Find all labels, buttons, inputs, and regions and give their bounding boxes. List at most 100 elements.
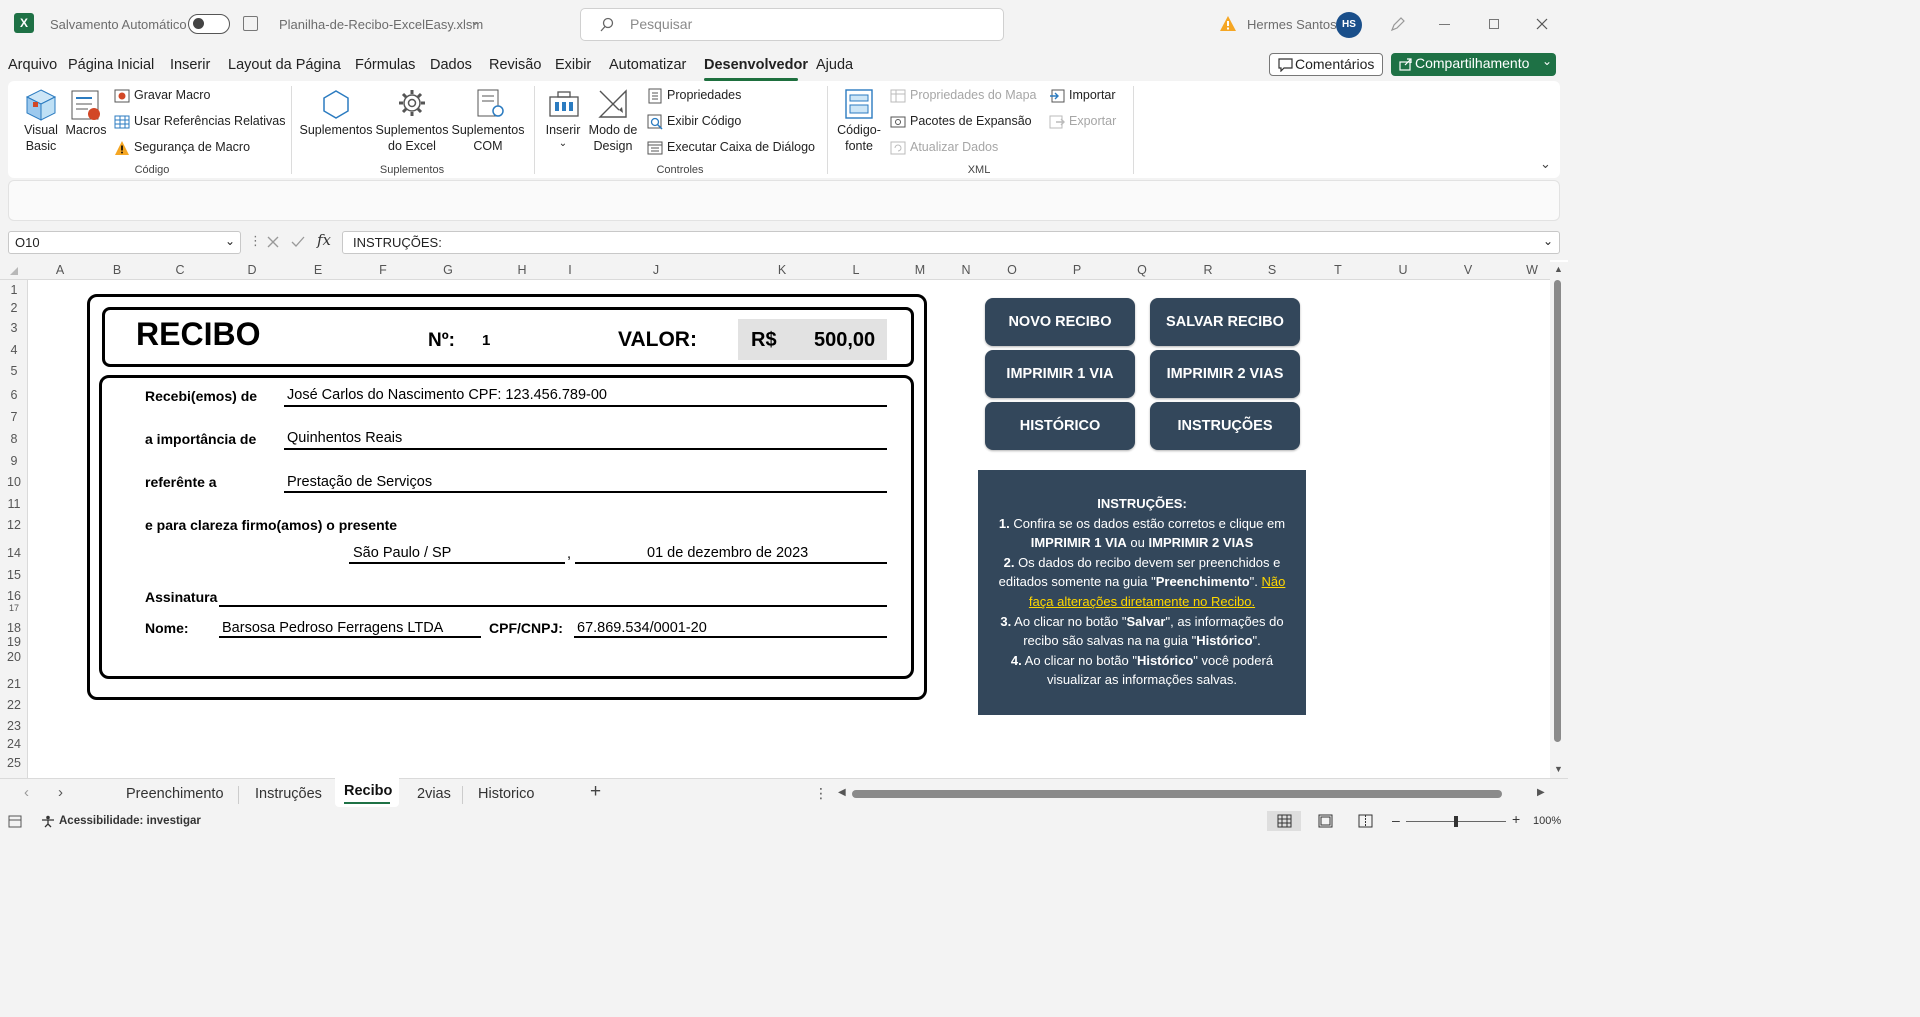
- importar-item[interactable]: Importar: [1049, 88, 1116, 109]
- restore-icon[interactable]: [1489, 19, 1499, 29]
- more-options-icon[interactable]: ⋮: [249, 233, 262, 249]
- instruction-link[interactable]: Não: [1262, 574, 1286, 589]
- col-header[interactable]: B: [92, 263, 142, 277]
- col-header[interactable]: C: [142, 263, 218, 277]
- executar-caixa-item[interactable]: Executar Caixa de Diálogo: [647, 140, 815, 161]
- col-header[interactable]: E: [286, 263, 350, 277]
- novo-recibo-button[interactable]: NOVO RECIBO: [985, 298, 1135, 346]
- codigo-fonte-button[interactable]: Código-fonte: [832, 122, 886, 154]
- horizontal-scroll-thumb[interactable]: [852, 790, 1502, 798]
- col-header[interactable]: P: [1048, 263, 1106, 277]
- add-sheet-icon[interactable]: +: [590, 781, 601, 803]
- tab-next-icon[interactable]: ›: [58, 784, 63, 801]
- chevron-down-icon[interactable]: ⌄: [225, 231, 235, 252]
- row-header[interactable]: 19: [0, 635, 28, 649]
- tab-preenchimento[interactable]: Preenchimento: [126, 786, 224, 802]
- historico-button[interactable]: HISTÓRICO: [985, 402, 1135, 450]
- row-header[interactable]: 8: [0, 432, 28, 446]
- row-header[interactable]: 22: [0, 698, 28, 712]
- exibir-codigo-item[interactable]: Exibir Código: [647, 114, 741, 135]
- scroll-right-icon[interactable]: ▶: [1537, 787, 1545, 798]
- imprimir-1-via-button[interactable]: IMPRIMIR 1 VIA: [985, 350, 1135, 398]
- scroll-up-icon[interactable]: ▲: [1554, 264, 1563, 274]
- formula-input[interactable]: INSTRUÇÕES: ⌄: [342, 231, 1560, 254]
- menu-formulas[interactable]: Fórmulas: [355, 57, 415, 73]
- col-header[interactable]: T: [1306, 263, 1370, 277]
- row-header[interactable]: 7: [0, 410, 28, 424]
- pen-icon[interactable]: [1389, 15, 1407, 33]
- col-header[interactable]: G: [416, 263, 480, 277]
- scroll-left-icon[interactable]: ◀: [838, 787, 846, 798]
- avatar[interactable]: HS: [1336, 12, 1362, 38]
- tab-options-icon[interactable]: ⋮: [814, 785, 828, 802]
- col-header[interactable]: V: [1436, 263, 1500, 277]
- cancel-icon[interactable]: [266, 235, 280, 249]
- suplementos-button[interactable]: Suplementos: [298, 122, 374, 138]
- macros-button[interactable]: Macros: [64, 122, 108, 138]
- warning-icon[interactable]: [1219, 15, 1237, 32]
- page-layout-icon[interactable]: [1318, 814, 1333, 828]
- row-header[interactable]: 17: [0, 603, 28, 613]
- zoom-out-icon[interactable]: –: [1392, 812, 1400, 828]
- vertical-scrollbar[interactable]: ▲ ▼: [1550, 262, 1568, 778]
- expand-formula-icon[interactable]: ⌄: [1543, 231, 1553, 252]
- imprimir-2-vias-button[interactable]: IMPRIMIR 2 VIAS: [1150, 350, 1300, 398]
- col-header[interactable]: M: [884, 263, 956, 277]
- row-header[interactable]: 6: [0, 388, 28, 402]
- seguranca-macro-item[interactable]: Segurança de Macro: [114, 140, 250, 161]
- col-header[interactable]: J: [576, 263, 736, 277]
- col-header[interactable]: S: [1238, 263, 1306, 277]
- row-header[interactable]: 21: [0, 677, 28, 691]
- suplementos-com-button[interactable]: Suplementos COM: [450, 122, 526, 154]
- chevron-down-icon[interactable]: ⌄: [470, 14, 480, 28]
- menu-ajuda[interactable]: Ajuda: [816, 57, 853, 73]
- row-header[interactable]: 9: [0, 454, 28, 468]
- row-header[interactable]: 12: [0, 518, 28, 532]
- instrucoes-button[interactable]: INSTRUÇÕES: [1150, 402, 1300, 450]
- row-header[interactable]: 23: [0, 719, 28, 733]
- row-header[interactable]: 3: [0, 321, 28, 335]
- zoom-in-icon[interactable]: +: [1512, 811, 1520, 827]
- menu-inserir[interactable]: Inserir: [170, 57, 210, 73]
- tab-historico[interactable]: Historico: [478, 786, 534, 802]
- modo-design-button[interactable]: Modo de Design: [586, 122, 640, 154]
- row-header[interactable]: 2: [0, 301, 28, 315]
- suplementos-excel-button[interactable]: Suplementos do Excel: [375, 122, 449, 154]
- menu-layout[interactable]: Layout da Página: [228, 57, 341, 73]
- accessibility-icon[interactable]: [41, 815, 55, 828]
- comments-button[interactable]: Comentários: [1269, 53, 1383, 76]
- menu-automatizar[interactable]: Automatizar: [609, 57, 686, 73]
- menu-dados[interactable]: Dados: [430, 57, 472, 73]
- tab-prev-icon[interactable]: ‹: [24, 784, 29, 801]
- menu-arquivo[interactable]: Arquivo: [8, 57, 57, 73]
- search-box[interactable]: Pesquisar: [580, 8, 1004, 41]
- chevron-down-icon[interactable]: ⌄: [555, 136, 571, 152]
- user-name[interactable]: Hermes Santos: [1247, 17, 1337, 32]
- page-break-icon[interactable]: [1358, 814, 1373, 828]
- col-header[interactable]: Q: [1106, 263, 1178, 277]
- tab-recibo[interactable]: Recibo: [344, 783, 392, 799]
- tab-instrucoes[interactable]: Instruções: [255, 786, 322, 802]
- row-header[interactable]: 18: [0, 621, 28, 635]
- col-header[interactable]: I: [564, 263, 576, 277]
- col-header[interactable]: U: [1370, 263, 1436, 277]
- name-box[interactable]: O10 ⌄: [8, 231, 241, 254]
- row-header[interactable]: 14: [0, 546, 28, 560]
- row-header[interactable]: 10: [0, 475, 28, 489]
- row-header[interactable]: 4: [0, 343, 28, 357]
- row-header[interactable]: 15: [0, 568, 28, 582]
- row-header[interactable]: 16: [0, 589, 28, 603]
- menu-desenvolvedor[interactable]: Desenvolvedor: [704, 57, 808, 73]
- menu-revisao[interactable]: Revisão: [489, 57, 541, 73]
- col-header[interactable]: F: [350, 263, 416, 277]
- select-all-icon[interactable]: [10, 267, 18, 275]
- accessibility-status[interactable]: Acessibilidade: investigar: [59, 815, 201, 827]
- propriedades-item[interactable]: Propriedades: [647, 88, 741, 109]
- col-header[interactable]: N: [956, 263, 976, 277]
- normal-view-icon[interactable]: [1277, 814, 1292, 828]
- share-dropdown-icon[interactable]: ⌄: [1542, 54, 1552, 68]
- file-name[interactable]: Planilha-de-Recibo-ExcelEasy.xlsm: [279, 17, 483, 32]
- menu-exibir[interactable]: Exibir: [555, 57, 591, 73]
- col-header[interactable]: K: [736, 263, 828, 277]
- row-header[interactable]: 1: [0, 283, 28, 297]
